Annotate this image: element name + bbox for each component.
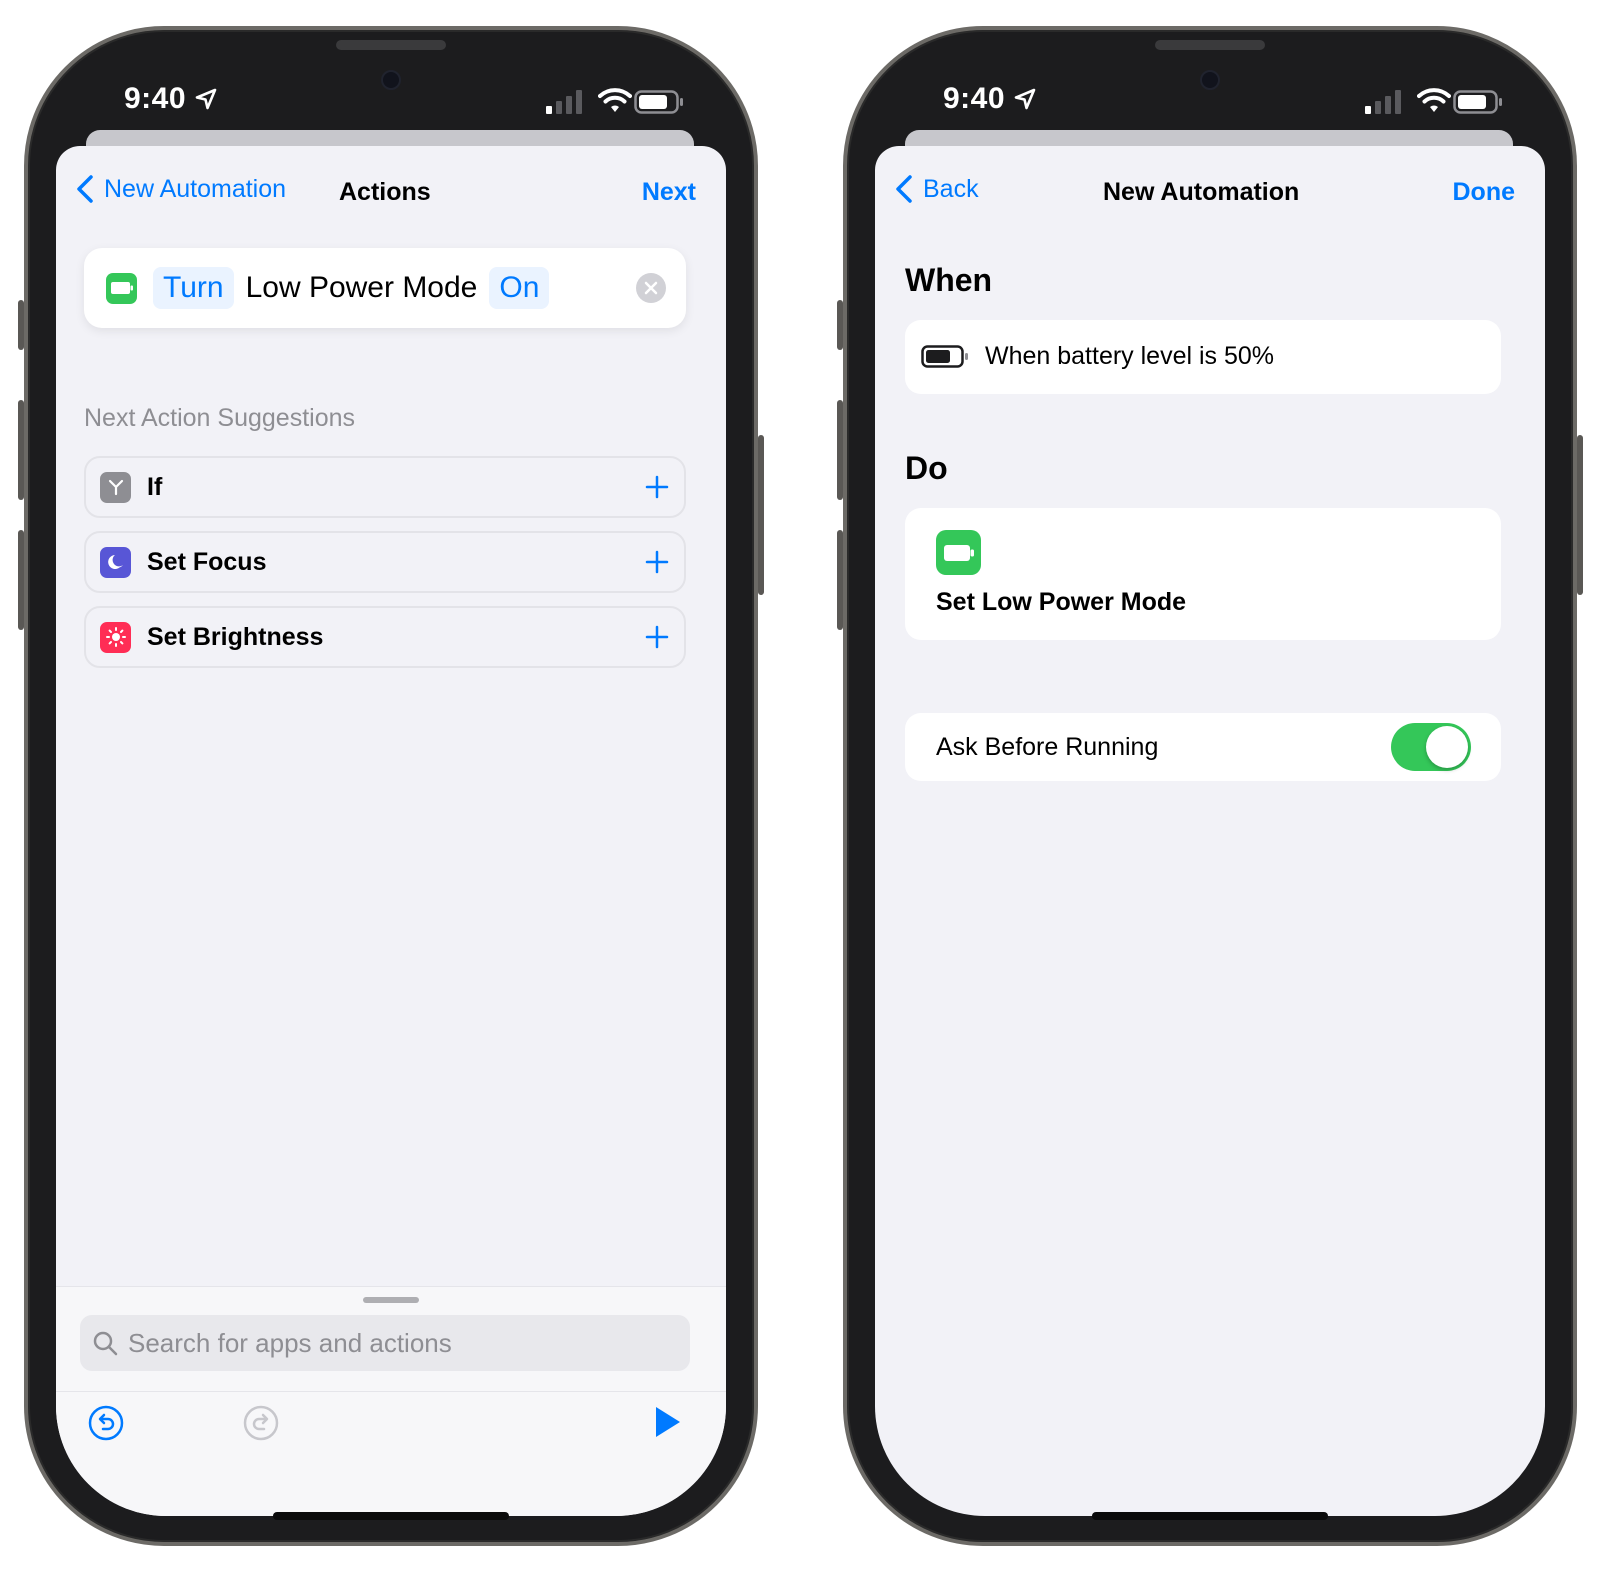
volume-down-button	[18, 530, 24, 630]
mute-switch	[18, 300, 24, 350]
ask-before-running-row: Ask Before Running	[905, 713, 1501, 781]
page-title: Actions	[339, 178, 431, 206]
volume-down-button	[837, 530, 843, 630]
branch-icon	[100, 471, 131, 503]
screen-new-automation: Back New Automation Done When When batte…	[875, 146, 1545, 1516]
navigation-bar: New Automation Actions Next	[56, 170, 726, 216]
home-indicator[interactable]	[1092, 1512, 1328, 1520]
back-button[interactable]: New Automation	[76, 174, 286, 204]
do-action-label: Set Low Power Mode	[936, 588, 1187, 616]
status-time: 9:40	[124, 82, 187, 115]
low-power-battery-icon	[106, 272, 137, 304]
power-button	[1577, 435, 1583, 595]
play-icon[interactable]	[654, 1405, 682, 1439]
undo-icon[interactable]	[88, 1405, 124, 1441]
action-subject: Low Power Mode	[245, 271, 478, 304]
done-button[interactable]: Done	[1453, 178, 1516, 207]
wifi-icon	[598, 88, 632, 112]
action-card: Turn Low Power Mode On	[84, 248, 686, 328]
trigger-cell[interactable]: When battery level is 50%	[905, 320, 1501, 394]
phone-left: 9:40 New Automation Actions Next Turn Lo…	[18, 26, 764, 1546]
chevron-left-icon	[77, 175, 93, 203]
search-input[interactable]	[128, 1327, 668, 1359]
sheet-grabber[interactable]	[363, 1297, 419, 1303]
phone-right: 9:40 Back New Automation Done When When …	[837, 26, 1583, 1546]
status-bar: 9:40	[847, 82, 1573, 122]
action-state-token[interactable]: On	[489, 267, 550, 309]
screen-actions: New Automation Actions Next Turn Low Pow…	[56, 146, 726, 1516]
trigger-description: When battery level is 50%	[985, 342, 1275, 370]
toggle-knob	[1426, 726, 1468, 768]
cellular-signal-icon	[546, 90, 582, 114]
suggestion-label: Set Brightness	[147, 622, 324, 651]
when-heading: When	[905, 262, 993, 298]
suggestion-label: Set Focus	[147, 547, 267, 576]
redo-icon[interactable]	[243, 1405, 279, 1441]
suggestion-set-brightness[interactable]: Set Brightness	[84, 606, 686, 668]
suggestion-set-focus[interactable]: Set Focus	[84, 531, 686, 593]
action-search-panel	[56, 1286, 726, 1516]
search-field[interactable]	[80, 1315, 690, 1371]
next-button[interactable]: Next	[642, 178, 696, 207]
moon-icon	[100, 546, 131, 578]
battery-icon	[921, 345, 968, 368]
speaker-grille	[336, 40, 446, 50]
low-power-battery-icon	[936, 530, 981, 575]
location-arrow-icon	[1014, 88, 1036, 110]
status-bar: 9:40	[28, 82, 754, 122]
status-time: 9:40	[943, 82, 1006, 115]
suggestion-if[interactable]: If	[84, 456, 686, 518]
plus-icon[interactable]	[642, 622, 672, 652]
volume-up-button	[18, 400, 24, 500]
suggestion-label: If	[147, 472, 163, 501]
chevron-left-icon	[896, 175, 912, 203]
toolbar-divider	[56, 1391, 726, 1392]
back-button-label: New Automation	[104, 174, 287, 203]
location-arrow-icon	[195, 88, 217, 110]
navigation-bar: Back New Automation Done	[875, 170, 1545, 216]
plus-icon[interactable]	[642, 547, 672, 577]
do-heading: Do	[905, 450, 948, 486]
do-action-cell[interactable]: Set Low Power Mode	[905, 508, 1501, 640]
action-verb-token[interactable]: Turn	[153, 267, 234, 309]
plus-icon[interactable]	[642, 472, 672, 502]
wifi-icon	[1417, 88, 1451, 112]
remove-action-button[interactable]	[636, 273, 666, 303]
back-button[interactable]: Back	[895, 174, 979, 204]
ask-before-running-toggle[interactable]	[1391, 723, 1471, 771]
suggestions-heading: Next Action Suggestions	[84, 404, 355, 432]
ask-before-running-label: Ask Before Running	[936, 733, 1159, 761]
close-icon	[644, 281, 658, 295]
page-title: New Automation	[1103, 178, 1300, 206]
cellular-signal-icon	[1365, 90, 1401, 114]
sun-icon	[100, 621, 131, 653]
back-button-label: Back	[923, 174, 979, 203]
volume-up-button	[837, 400, 843, 500]
battery-status-icon	[634, 90, 683, 114]
mute-switch	[837, 300, 843, 350]
battery-status-icon	[1453, 90, 1502, 114]
search-icon	[93, 1331, 118, 1356]
power-button	[758, 435, 764, 595]
speaker-grille	[1155, 40, 1265, 50]
home-indicator[interactable]	[273, 1512, 509, 1520]
